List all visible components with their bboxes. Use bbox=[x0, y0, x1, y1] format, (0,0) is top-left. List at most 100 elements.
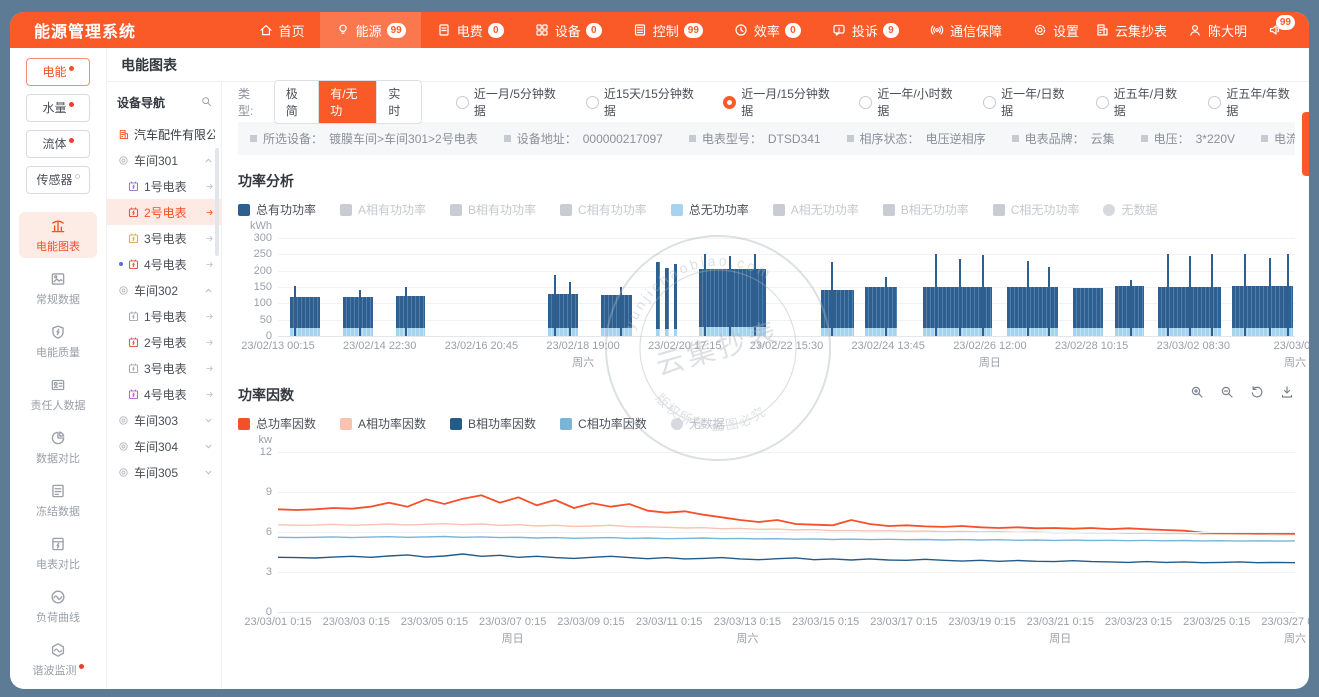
nav-right-user[interactable]: 陈大明 bbox=[1187, 21, 1247, 40]
restore-button[interactable] bbox=[1249, 384, 1265, 405]
tree-meter-item[interactable]: 2号电表 bbox=[107, 329, 221, 355]
tree-meter-item[interactable]: 3号电表 bbox=[107, 355, 221, 381]
nav-item-energy[interactable]: 能源99 bbox=[320, 12, 421, 48]
radio-label: 近一年/小时数据 bbox=[877, 85, 957, 119]
sidebar-item-data-compare[interactable]: 数据对比 bbox=[19, 424, 97, 470]
weekday-label: 周六 bbox=[714, 630, 781, 646]
sidebar-item-harmonic[interactable]: 谐波监测 bbox=[19, 636, 97, 682]
tab-electric[interactable]: 电能 bbox=[26, 58, 90, 86]
sidebar-item-meter-compare[interactable]: 电表对比 bbox=[19, 530, 97, 576]
nav-right: 云集抄表 陈大明 99 bbox=[1094, 12, 1309, 48]
tree-group-row[interactable]: 车间305 bbox=[107, 459, 221, 485]
radio-option[interactable]: 近一年/日数据 bbox=[983, 85, 1070, 119]
nav-item-fee[interactable]: 电费0 bbox=[421, 12, 519, 48]
legend-item[interactable]: B相有功功率 bbox=[450, 201, 536, 218]
bar-cluster[interactable] bbox=[1073, 288, 1102, 336]
legend-item[interactable]: 总无功功率 bbox=[671, 201, 749, 218]
tree-meter-item[interactable]: 2号电表 bbox=[107, 199, 221, 225]
radio-option[interactable]: 近15天/15分钟数据 bbox=[586, 85, 697, 119]
legend-item[interactable]: B相无功功率 bbox=[883, 201, 969, 218]
nav-item-device[interactable]: 设备0 bbox=[519, 12, 617, 48]
shield-icon bbox=[49, 323, 67, 341]
nav-item-complaint[interactable]: 投诉9 bbox=[816, 12, 914, 48]
bar-cluster[interactable] bbox=[343, 297, 372, 336]
building-icon bbox=[1094, 22, 1110, 38]
nav-item-control[interactable]: 控制99 bbox=[617, 12, 718, 48]
tab-fluid[interactable]: 流体 bbox=[26, 130, 90, 158]
quick-panel-handle[interactable] bbox=[1302, 112, 1309, 176]
tree-group-row[interactable]: 车间302 bbox=[107, 277, 221, 303]
nav-item-comm[interactable]: 通信保障 bbox=[914, 12, 1017, 48]
tree-meter-item[interactable]: 1号电表 bbox=[107, 173, 221, 199]
nav-item-settings[interactable]: 设置 bbox=[1017, 12, 1094, 48]
x-axis: 23/03/01 0:1523/03/03 0:1523/03/05 0:152… bbox=[278, 612, 1295, 644]
meter-icon bbox=[127, 232, 140, 245]
device-info-item: 电表型号：DTSD341 bbox=[689, 130, 821, 147]
radio-option[interactable]: 近一年/小时数据 bbox=[859, 85, 957, 119]
legend-item[interactable]: C相功率因数 bbox=[560, 415, 647, 432]
legend-item[interactable]: A相功率因数 bbox=[340, 415, 426, 432]
bar-cluster[interactable] bbox=[548, 294, 579, 336]
sidebar-item-owner-data[interactable]: 责任人数据 bbox=[19, 371, 97, 417]
segment-option[interactable]: 实时 bbox=[376, 81, 420, 123]
legend-item[interactable]: A相有功功率 bbox=[340, 201, 426, 218]
alert-dot bbox=[79, 664, 84, 669]
legend-item[interactable]: 无数据 bbox=[1103, 201, 1157, 218]
legend-item[interactable]: A相无功功率 bbox=[773, 201, 859, 218]
sidebar-item-energy-chart[interactable]: 电能图表 bbox=[19, 212, 97, 258]
sidebar-item-power-quality[interactable]: 电能质量 bbox=[19, 318, 97, 364]
tree-meter-item[interactable]: 1号电表 bbox=[107, 303, 221, 329]
notifications-speaker[interactable]: 99 bbox=[1267, 22, 1283, 38]
download-button[interactable] bbox=[1279, 384, 1295, 405]
bar-cluster[interactable] bbox=[656, 262, 660, 336]
segment-option[interactable]: 有/无功 bbox=[318, 81, 376, 123]
tree-company-row[interactable]: 汽车配件有限公司 bbox=[107, 121, 221, 147]
radio-option[interactable]: 近一月/15分钟数据 bbox=[723, 85, 833, 119]
sidebar-item-regular-data[interactable]: 常规数据 bbox=[19, 265, 97, 311]
bar-cluster[interactable] bbox=[1232, 286, 1293, 336]
bar-cluster[interactable] bbox=[1007, 287, 1058, 336]
nav-item-home[interactable]: 首页 bbox=[243, 12, 320, 48]
tree-group-row[interactable]: 车间303 bbox=[107, 407, 221, 433]
nav-right-meter-reading[interactable]: 云集抄表 bbox=[1094, 21, 1167, 40]
tree-meter-item[interactable]: 4号电表 bbox=[107, 381, 221, 407]
sidebar-item-label: 负荷曲线 bbox=[36, 612, 80, 624]
app-logo: 能源管理系统 bbox=[10, 12, 243, 48]
tree-group-row[interactable]: 车间304 bbox=[107, 433, 221, 459]
radio-option[interactable]: 近五年/年数据 bbox=[1208, 85, 1295, 119]
legend-item[interactable]: 总功率因数 bbox=[238, 415, 316, 432]
bar-spike bbox=[405, 287, 407, 336]
tree-meter-item[interactable]: 3号电表 bbox=[107, 225, 221, 251]
bar-spike bbox=[1269, 258, 1271, 336]
tree-scrollbar[interactable] bbox=[215, 148, 219, 256]
nav-item-efficiency[interactable]: 效率0 bbox=[718, 12, 816, 48]
legend-item[interactable]: 无数据 bbox=[671, 415, 725, 432]
bar-cluster[interactable] bbox=[665, 268, 669, 336]
tree-group-row[interactable]: 车间301 bbox=[107, 147, 221, 173]
segment-option[interactable]: 极简 bbox=[275, 81, 318, 123]
sidebar-item-load-curve[interactable]: 负荷曲线 bbox=[19, 583, 97, 629]
sidebar-item-frozen-data[interactable]: 冻结数据 bbox=[19, 477, 97, 523]
tab-water[interactable]: 水量 bbox=[26, 94, 90, 122]
bar-cluster[interactable] bbox=[699, 269, 766, 336]
zoom-in-button[interactable] bbox=[1189, 384, 1205, 405]
tree-meter-item[interactable]: 4号电表 bbox=[107, 251, 221, 277]
bar-cluster[interactable] bbox=[865, 287, 898, 336]
right-part: 电能图表 设备导航 汽车配件有限公司车间3011号电表2号电表3号电表4号电表车… bbox=[107, 48, 1309, 689]
bar-cluster[interactable] bbox=[396, 296, 425, 336]
legend-item[interactable]: C相有功功率 bbox=[560, 201, 647, 218]
bar-cluster[interactable] bbox=[674, 264, 678, 336]
legend-item[interactable]: C相无功功率 bbox=[993, 201, 1080, 218]
tab-sensor[interactable]: 传感器 bbox=[26, 166, 90, 194]
radio-option[interactable]: 近五年/月数据 bbox=[1096, 85, 1183, 119]
info-value: 000000217097 bbox=[583, 132, 663, 146]
nav-badge: 0 bbox=[586, 23, 602, 38]
bar-cluster[interactable] bbox=[821, 290, 854, 336]
legend-item[interactable]: 总有功功率 bbox=[238, 201, 316, 218]
zoom-out-button[interactable] bbox=[1219, 384, 1235, 405]
radio-option[interactable]: 近一月/5分钟数据 bbox=[456, 85, 560, 119]
legend-item[interactable]: B相功率因数 bbox=[450, 415, 536, 432]
search-icon[interactable] bbox=[200, 95, 213, 111]
bar-spike bbox=[359, 290, 361, 336]
bar-cluster[interactable] bbox=[601, 295, 632, 336]
